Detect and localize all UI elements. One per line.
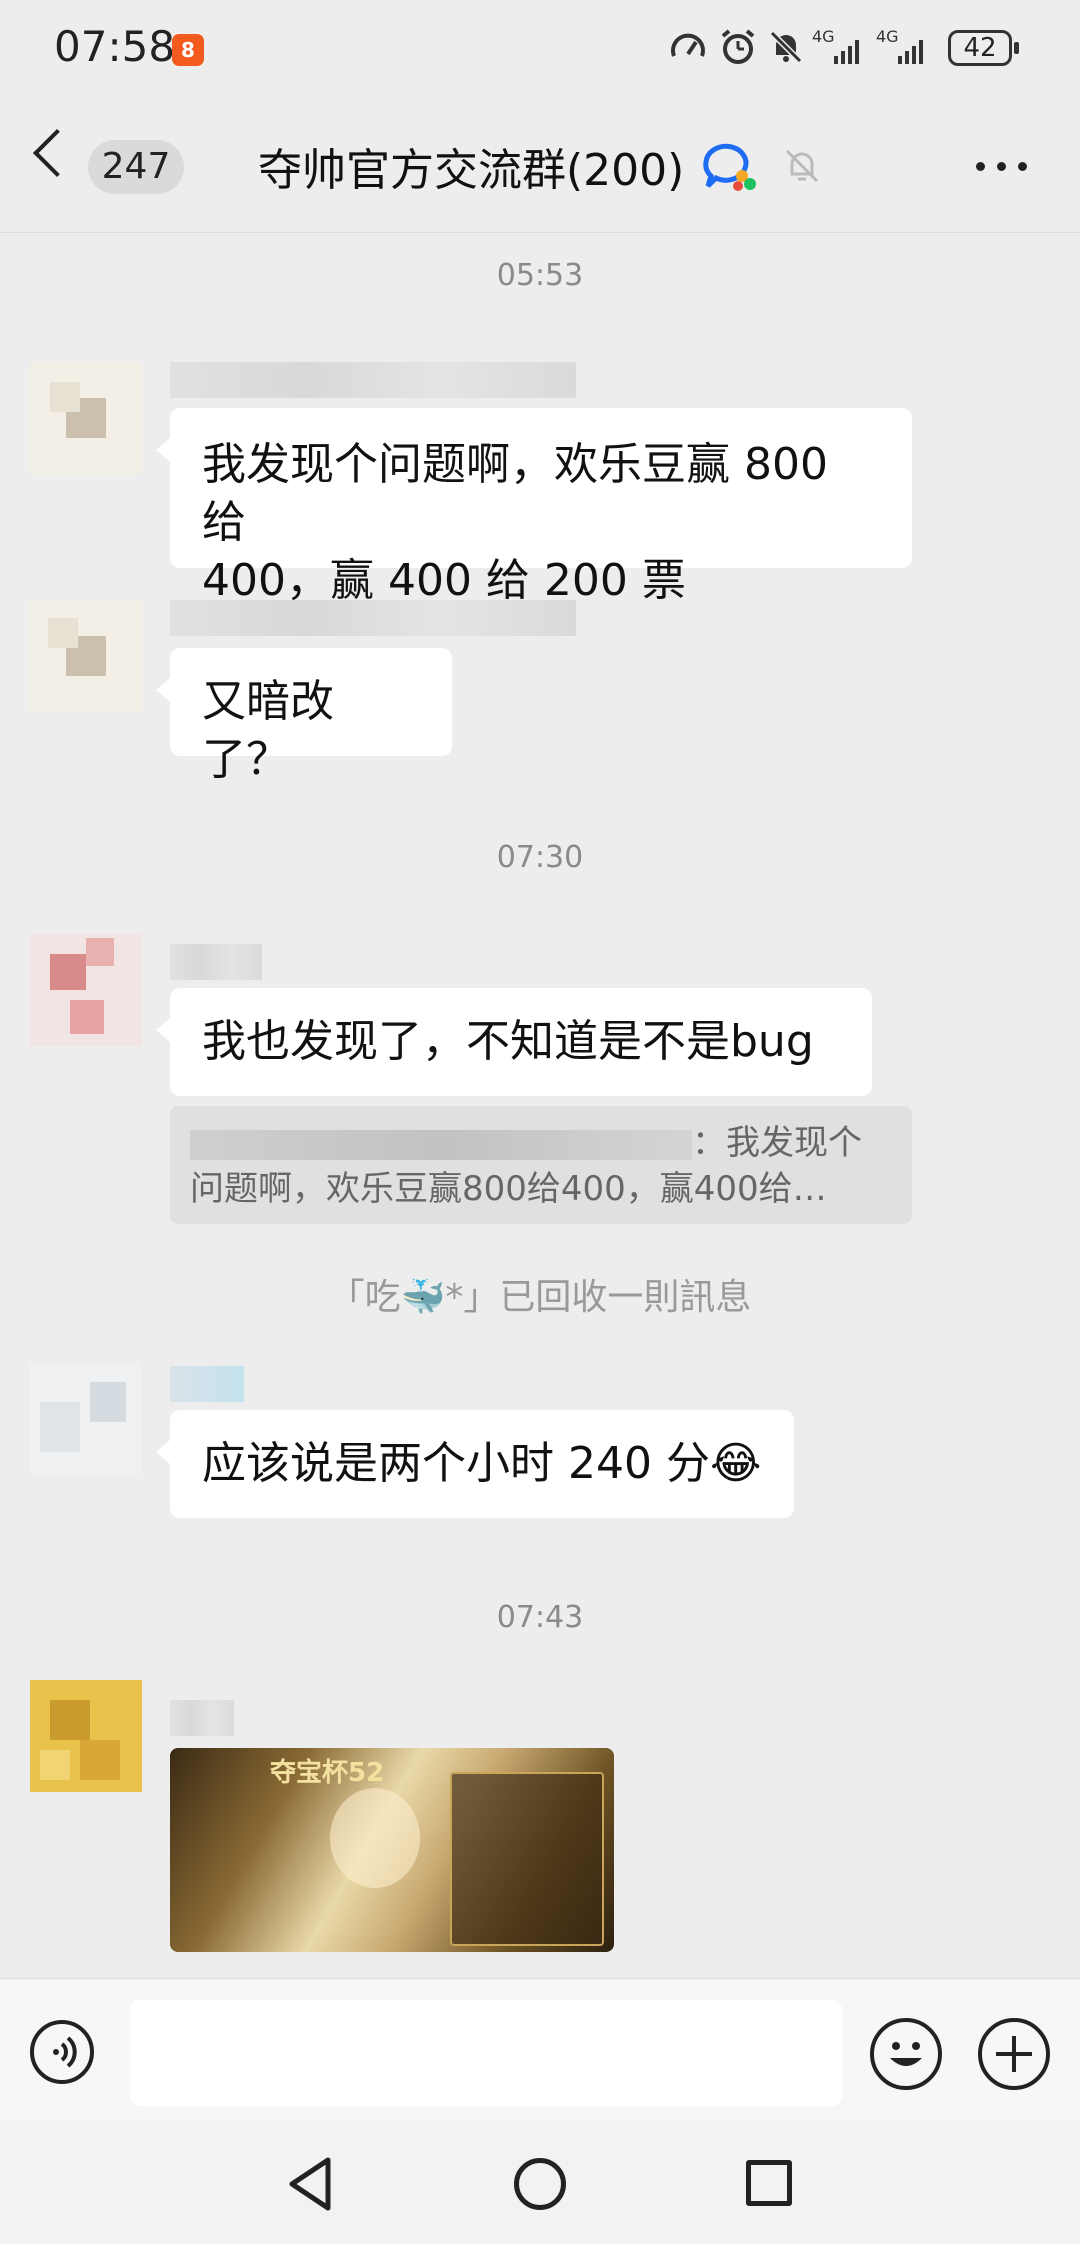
sender-name-blurred — [170, 1366, 244, 1402]
group-chat-icon — [702, 140, 760, 194]
message-text: 我也发现了，不知道是不是bug — [202, 1016, 814, 1067]
quoted-reply[interactable]: ：我发现个 问题啊，欢乐豆赢800给400，赢400给… — [170, 1106, 912, 1224]
signal-2-icon: 4G — [876, 28, 936, 68]
image-panel — [450, 1772, 604, 1946]
message-bubble[interactable]: 我发现个问题啊，欢乐豆赢 800 给 400，赢 400 给 200 票 — [156, 408, 912, 606]
voice-input-icon[interactable] — [30, 2020, 94, 2084]
avatar[interactable] — [30, 1362, 142, 1474]
message-bubble[interactable]: 我也发现了，不知道是不是bug — [156, 988, 872, 1096]
timestamp: 07:30 — [496, 840, 584, 875]
message-input[interactable] — [130, 2000, 842, 2106]
network-2-label: 4G — [876, 27, 899, 46]
signal-1-icon: 4G — [812, 28, 864, 68]
timestamp: 07:43 — [496, 1600, 584, 1635]
image-message[interactable]: 夺宝杯52 — [170, 1748, 614, 1952]
quote-line-2: 问题啊，欢乐豆赢800给400，赢400给… — [190, 1169, 827, 1209]
avatar[interactable] — [30, 362, 142, 474]
message-text: 又暗改了？ — [202, 676, 334, 785]
app-notification-icon: 8 — [172, 34, 204, 66]
battery-icon: 42 — [948, 30, 1012, 66]
image-character — [330, 1788, 420, 1888]
avatar[interactable] — [30, 934, 142, 1046]
avatar[interactable] — [30, 1680, 142, 1792]
silent-bell-icon — [766, 28, 806, 68]
quote-text: ：我发现个 — [692, 1123, 862, 1163]
timestamp: 05:53 — [496, 258, 584, 293]
nav-back-icon[interactable] — [286, 2156, 336, 2212]
status-bar: 07:58 8 4G 4G 42 — [0, 0, 1080, 100]
battery-tip — [1014, 42, 1019, 54]
speedometer-icon — [668, 28, 708, 68]
sender-name-blurred — [170, 944, 262, 980]
nav-recent-icon[interactable] — [746, 2160, 792, 2206]
quote-line-1: ：我发现个 — [190, 1120, 892, 1166]
bell-off-icon — [782, 146, 822, 186]
message-text: 应该说是两个小时 240 分😂 — [202, 1438, 762, 1489]
recall-notice: 「吃🐳*」已回收一則訊息 — [328, 1277, 752, 1318]
quoted-sender-blurred — [190, 1129, 692, 1160]
status-time: 07:58 — [54, 22, 176, 71]
network-1-label: 4G — [812, 27, 835, 46]
alarm-icon — [718, 28, 758, 68]
more-dots-icon[interactable] — [976, 162, 1028, 172]
plus-icon[interactable] — [978, 2018, 1050, 2090]
sender-name-blurred — [170, 1700, 234, 1736]
message-bubble[interactable]: 应该说是两个小时 240 分😂 — [156, 1410, 794, 1518]
nav-home-icon[interactable] — [514, 2158, 566, 2210]
message-bubble[interactable]: 又暗改了？ — [156, 648, 452, 785]
message-text-line: 我发现个问题啊，欢乐豆赢 800 给 — [202, 439, 828, 548]
sender-name-blurred — [170, 600, 576, 636]
avatar[interactable] — [30, 600, 142, 712]
emoji-icon[interactable] — [870, 2018, 942, 2090]
sender-name-blurred — [170, 362, 576, 398]
chat-title[interactable]: 夺帅官方交流群(200) — [258, 134, 684, 198]
unread-count-badge[interactable]: 247 — [88, 140, 184, 194]
image-caption: 夺宝杯52 — [270, 1758, 385, 1788]
